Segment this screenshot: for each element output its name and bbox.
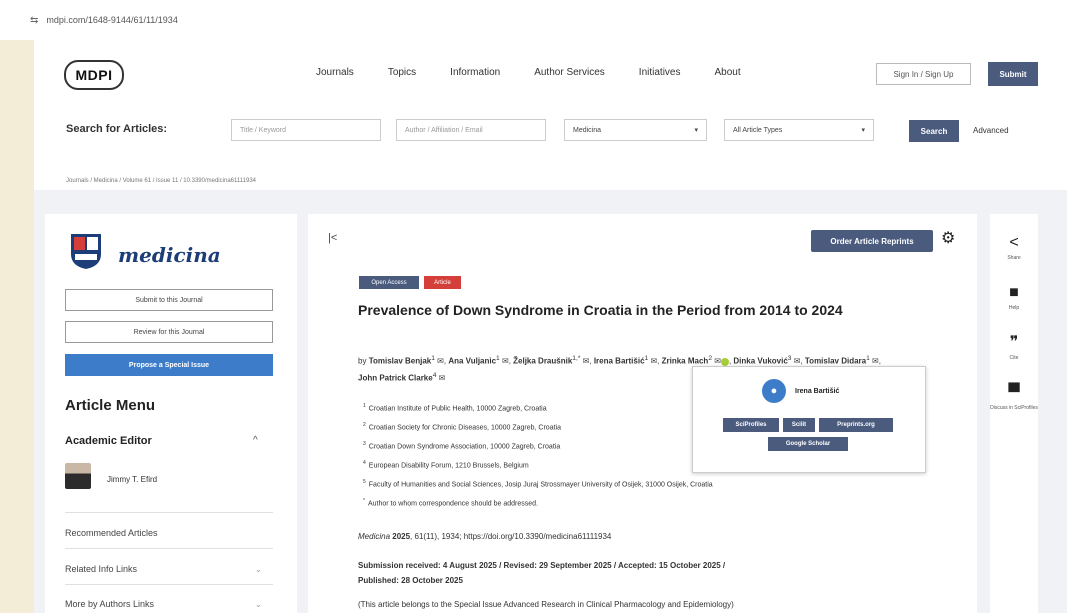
collapse-sidebar-icon[interactable]: |< <box>328 232 337 244</box>
help-button[interactable]: ■ Help <box>990 284 1038 312</box>
doi-link[interactable]: , 61(11), 1934; https://doi.org/10.3390/… <box>410 532 611 541</box>
chevron-down-icon: ▾ <box>694 127 698 134</box>
more-by-authors-links[interactable]: More by Authors Links <box>65 599 154 609</box>
submit-button[interactable]: Submit <box>988 62 1038 86</box>
share-button[interactable]: < Share <box>990 234 1038 262</box>
gear-icon[interactable]: ⚙ <box>941 228 955 248</box>
article-type-select[interactable]: All Article Types ▾ <box>724 119 874 141</box>
affiliation: 1 Croatian Institute of Public Health, 10… <box>363 403 547 413</box>
search-label: Search for Articles: <box>66 123 168 135</box>
cite-button[interactable]: ❞ Cite <box>990 334 1038 362</box>
journal-name[interactable]: medicina <box>118 243 221 267</box>
email-icon[interactable]: ✉ <box>439 373 446 382</box>
chevron-down-icon[interactable]: ⌄ <box>255 600 262 609</box>
email-icon[interactable]: ✉ <box>650 357 657 366</box>
chevron-down-icon: ▾ <box>861 127 865 134</box>
special-issue-link[interactable]: (This article belongs to the Special Iss… <box>358 600 734 609</box>
author-input[interactable]: Author / Affiliation / Email <box>396 119 546 141</box>
nav-information[interactable]: Information <box>450 67 500 78</box>
share-icon: < <box>1009 234 1019 251</box>
mdpi-logo[interactable]: MDPI <box>64 60 124 90</box>
propose-special-issue-button[interactable]: Propose a Special Issue <box>65 354 273 376</box>
site-header: MDPI Journals Topics Information Author … <box>34 40 1067 190</box>
author-popup: ● Irena Bartišić SciProfiles Scilit Prep… <box>692 366 926 473</box>
editor-name[interactable]: Jimmy T. Efird <box>107 475 157 484</box>
journal-sidebar: medicina Submit to this Journal Review f… <box>45 214 297 613</box>
academic-editor-heading[interactable]: Academic Editor <box>65 435 152 447</box>
open-access-badge: Open Access <box>359 276 419 289</box>
related-info-links[interactable]: Related Info Links <box>65 564 137 574</box>
user-icon: ● <box>762 379 786 403</box>
article-type-badge: Article <box>424 276 461 289</box>
author-link[interactable]: Zrinka Mach <box>662 357 709 366</box>
email-icon[interactable]: ✉ <box>437 357 444 366</box>
submit-to-journal-button[interactable]: Submit to this Journal <box>65 289 273 311</box>
chat-icon: ▀ <box>1008 384 1020 401</box>
scilit-button[interactable]: Scilit <box>783 418 815 432</box>
advanced-search-link[interactable]: Advanced <box>973 126 1009 135</box>
site-settings-icon[interactable]: ⇆ <box>30 15 38 26</box>
publication-dates: Submission received: 4 August 2025 / Rev… <box>358 561 726 585</box>
email-icon[interactable]: ✉ <box>714 357 721 366</box>
discuss-button[interactable]: ▀ Discuss in SciProfiles <box>990 384 1038 412</box>
sciprofiles-button[interactable]: SciProfiles <box>723 418 779 432</box>
review-for-journal-button[interactable]: Review for this Journal <box>65 321 273 343</box>
search-button[interactable]: Search <box>909 120 959 142</box>
right-toolbar: < Share ■ Help ❞ Cite ▀ Discuss in SciPr… <box>990 214 1038 613</box>
title-keyword-input[interactable]: Title / Keyword <box>231 119 381 141</box>
left-strip <box>0 40 34 613</box>
order-reprints-button[interactable]: Order Article Reprints <box>811 230 933 252</box>
sign-in-button[interactable]: Sign In / Sign Up <box>876 63 971 85</box>
email-icon[interactable]: ✉ <box>583 357 590 366</box>
author-link[interactable]: Tomislav Benjak <box>369 357 432 366</box>
correspondence-note: * Author to whom correspondence should be… <box>363 498 539 508</box>
url-text: mdpi.com/1648-9144/61/11/1934 <box>46 15 178 25</box>
author-link[interactable]: Željka Draušnik <box>513 357 572 366</box>
email-icon[interactable]: ✉ <box>502 357 509 366</box>
popup-author-name: Irena Bartišić <box>795 388 840 395</box>
citation-line: Medicina 2025, 61(11), 1934; https://doi… <box>358 532 612 541</box>
affiliation: 4 European Disability Forum, 1210 Brussel… <box>363 460 529 470</box>
affiliation: 2 Croatian Society for Chronic Diseases, … <box>363 422 561 432</box>
main-nav: Journals Topics Information Author Servi… <box>316 67 775 78</box>
article-title: Prevalence of Down Syndrome in Croatia i… <box>358 302 843 318</box>
nav-topics[interactable]: Topics <box>388 67 416 78</box>
divider <box>65 512 273 513</box>
nav-about[interactable]: About <box>714 67 740 78</box>
article-type-value: All Article Types <box>733 126 783 134</box>
nav-initiatives[interactable]: Initiatives <box>639 67 681 78</box>
orcid-icon[interactable] <box>720 357 729 366</box>
divider <box>65 584 273 585</box>
chevron-down-icon[interactable]: ⌄ <box>255 565 262 574</box>
editor-avatar <box>65 463 91 489</box>
author-link[interactable]: Ana Vuljanic <box>448 357 496 366</box>
preprints-button[interactable]: Preprints.org <box>819 418 893 432</box>
journal-select[interactable]: Medicina ▾ <box>564 119 707 141</box>
address-bar[interactable]: ⇆ mdpi.com/1648-9144/61/11/1934 <box>0 0 1067 40</box>
email-icon[interactable]: ✉ <box>794 357 801 366</box>
author-link[interactable]: Tomislav Didara <box>805 357 866 366</box>
google-scholar-button[interactable]: Google Scholar <box>768 437 848 451</box>
author-link[interactable]: John Patrick Clarke <box>358 373 433 382</box>
divider <box>65 548 273 549</box>
help-icon: ■ <box>1009 284 1019 301</box>
breadcrumb[interactable]: Journals / Medicina / Volume 61 / Issue … <box>66 178 256 184</box>
affiliation: 3 Croatian Down Syndrome Association, 100… <box>363 441 561 451</box>
nav-journals[interactable]: Journals <box>316 67 354 78</box>
email-icon[interactable]: ✉ <box>872 357 879 366</box>
journal-select-value: Medicina <box>573 126 602 134</box>
author-link[interactable]: Dinka Vuković <box>733 357 787 366</box>
affiliation: 5 Faculty of Humanities and Social Scienc… <box>363 479 713 489</box>
article-menu-heading: Article Menu <box>65 397 156 414</box>
nav-author-services[interactable]: Author Services <box>534 67 605 78</box>
recommended-articles-link[interactable]: Recommended Articles <box>65 528 158 538</box>
quote-icon: ❞ <box>1009 334 1019 351</box>
medicina-logo-icon <box>71 234 101 269</box>
author-link[interactable]: Irena Bartišić <box>594 357 645 366</box>
chevron-up-icon[interactable]: ^ <box>253 435 258 446</box>
